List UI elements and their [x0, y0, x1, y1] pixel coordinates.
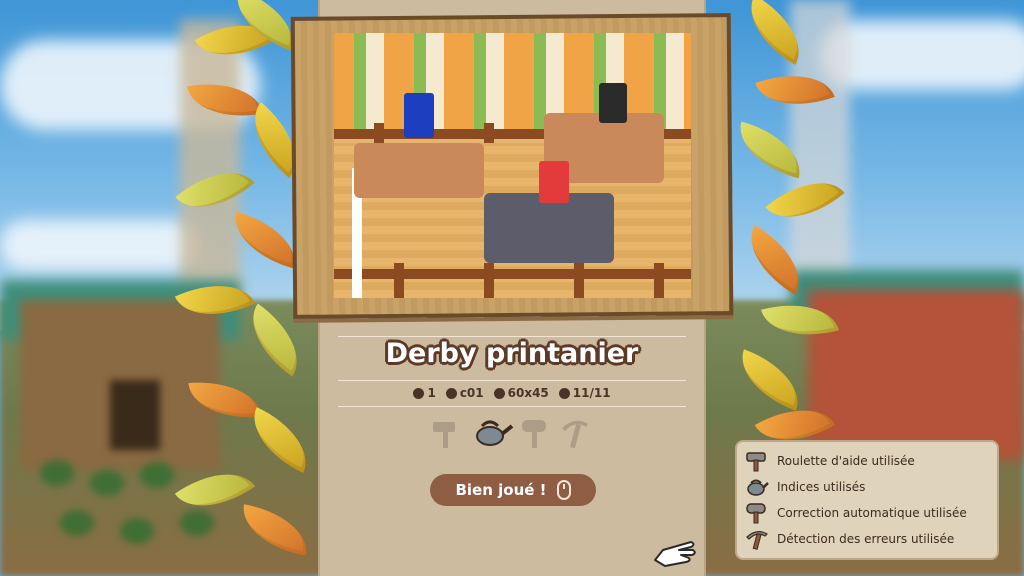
barn [808, 290, 1024, 460]
tools-legend: Roulette d'aide utilisée Indices utilisé… [735, 440, 999, 560]
completed-puzzle-image [334, 33, 691, 298]
stat-number: 1 [413, 386, 436, 400]
watering-can-icon [747, 479, 769, 496]
cloud [0, 220, 200, 270]
pickaxe-icon [746, 531, 768, 550]
well-done-button[interactable]: Bien joué ! [430, 474, 596, 506]
stat-count: 11/11 [558, 386, 611, 400]
stat-id: c01 [445, 386, 484, 400]
divider [338, 406, 686, 407]
mallet-icon [522, 420, 546, 448]
cloud [820, 20, 1024, 90]
legend-item: Correction automatique utilisée [745, 500, 989, 526]
legend-item: Roulette d'aide utilisée [745, 448, 989, 474]
well-done-label: Bien joué ! [455, 481, 547, 499]
id-icon [445, 387, 457, 399]
hammer-icon [433, 422, 455, 448]
pointer-hand-icon [654, 541, 696, 567]
puzzle-stats: 1 c01 60x45 11/11 [320, 386, 704, 400]
mouse-icon [556, 480, 571, 500]
silo [180, 20, 240, 300]
hammer-icon [746, 452, 766, 472]
count-icon [558, 387, 570, 399]
legend-item: Indices utilisés [745, 474, 989, 500]
size-icon [493, 387, 505, 399]
tools-used [430, 416, 600, 452]
watering-can-icon [476, 420, 514, 446]
mallet-icon [746, 503, 766, 524]
silo [790, 0, 850, 290]
puzzle-title: Derby printanier [385, 338, 639, 369]
pickaxe-icon [562, 420, 588, 449]
number-icon [413, 387, 425, 399]
divider [338, 380, 686, 381]
legend-item: Détection des erreurs utilisée [745, 526, 989, 552]
stat-size: 60x45 [493, 386, 549, 400]
divider [338, 336, 686, 337]
